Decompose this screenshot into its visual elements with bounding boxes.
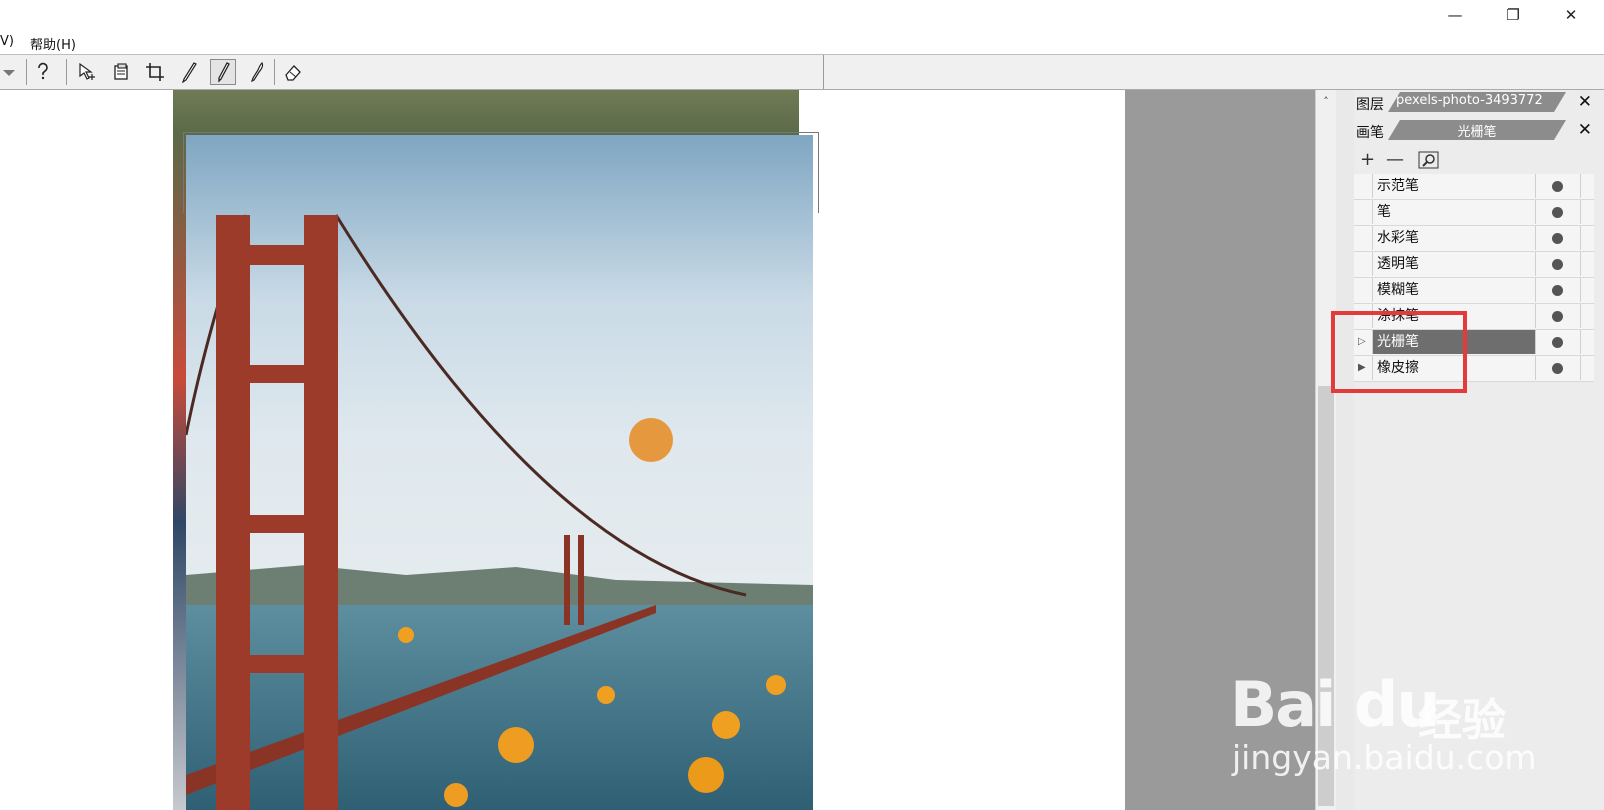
visibility-dot-icon[interactable]	[1552, 233, 1563, 244]
pen-icon[interactable]	[176, 59, 202, 85]
list-item[interactable]: 水彩笔	[1354, 226, 1594, 252]
layers-tab-row[interactable]: 图层 pexels-photo-3493772 ✕	[1354, 90, 1604, 116]
visibility-dot-icon[interactable]	[1552, 311, 1563, 322]
watermark-url: jingyan.baidu.com	[1232, 738, 1537, 777]
tab-layers[interactable]: 图层	[1356, 94, 1384, 114]
remove-brush-button[interactable]: —	[1386, 151, 1404, 169]
visibility-dot-icon[interactable]	[1552, 337, 1563, 348]
tab-brush[interactable]: 画笔	[1356, 122, 1384, 142]
brush-name: 水彩笔	[1372, 226, 1536, 250]
visibility-dot-icon[interactable]	[1552, 285, 1563, 296]
list-item[interactable]: 模糊笔	[1354, 278, 1594, 304]
help-icon[interactable]	[30, 59, 56, 85]
close-icon[interactable]: ✕	[1548, 0, 1594, 30]
list-item[interactable]: 透明笔	[1354, 252, 1594, 278]
menu-item-view[interactable]: V)	[0, 34, 14, 49]
watermark-logo: Bai du	[1230, 668, 1440, 741]
highlight-box	[1331, 311, 1467, 393]
bridge-photo-layer[interactable]	[186, 135, 813, 810]
visibility-dot-icon[interactable]	[1552, 259, 1563, 270]
menu-item-help[interactable]: 帮助(H)	[30, 34, 76, 53]
brush-name: 示范笔	[1372, 174, 1536, 198]
visibility-dot-icon[interactable]	[1552, 363, 1563, 374]
title-bar: — ❐ ✕	[0, 0, 1604, 30]
dropdown-arrow-icon[interactable]	[0, 59, 22, 85]
close-icon[interactable]: ✕	[1578, 120, 1592, 140]
scroll-up-icon[interactable]: ˄	[1316, 92, 1336, 110]
layer-icon[interactable]	[108, 59, 134, 85]
search-icon[interactable]	[1418, 150, 1440, 174]
brush-name: 笔	[1372, 200, 1536, 224]
eraser-icon[interactable]	[280, 59, 306, 85]
restore-icon[interactable]: ❐	[1490, 0, 1536, 30]
visibility-dot-icon[interactable]	[1552, 181, 1563, 192]
toolbar	[0, 55, 1604, 90]
menu-bar: V) 帮助(H)	[0, 30, 1604, 55]
visibility-dot-icon[interactable]	[1552, 207, 1563, 218]
crop-icon[interactable]	[142, 59, 168, 85]
list-item[interactable]: 笔	[1354, 200, 1594, 226]
add-brush-button[interactable]: +	[1360, 151, 1375, 169]
close-icon[interactable]: ✕	[1578, 92, 1592, 112]
brush-name: 模糊笔	[1372, 278, 1536, 302]
pencil-icon[interactable]	[210, 59, 236, 85]
brush-tools: + —	[1354, 148, 1594, 175]
brush-icon[interactable]	[244, 59, 270, 85]
document-name: pexels-photo-3493772	[1388, 92, 1566, 112]
selection-frame	[183, 132, 819, 213]
minimize-icon[interactable]: —	[1432, 0, 1478, 30]
move-select-icon[interactable]	[74, 59, 100, 85]
list-item[interactable]: 示范笔	[1354, 174, 1594, 200]
current-brush-name: 光栅笔	[1388, 120, 1566, 140]
brush-name: 透明笔	[1372, 252, 1536, 276]
brush-tab-row[interactable]: 画笔 光栅笔 ✕	[1354, 118, 1604, 144]
